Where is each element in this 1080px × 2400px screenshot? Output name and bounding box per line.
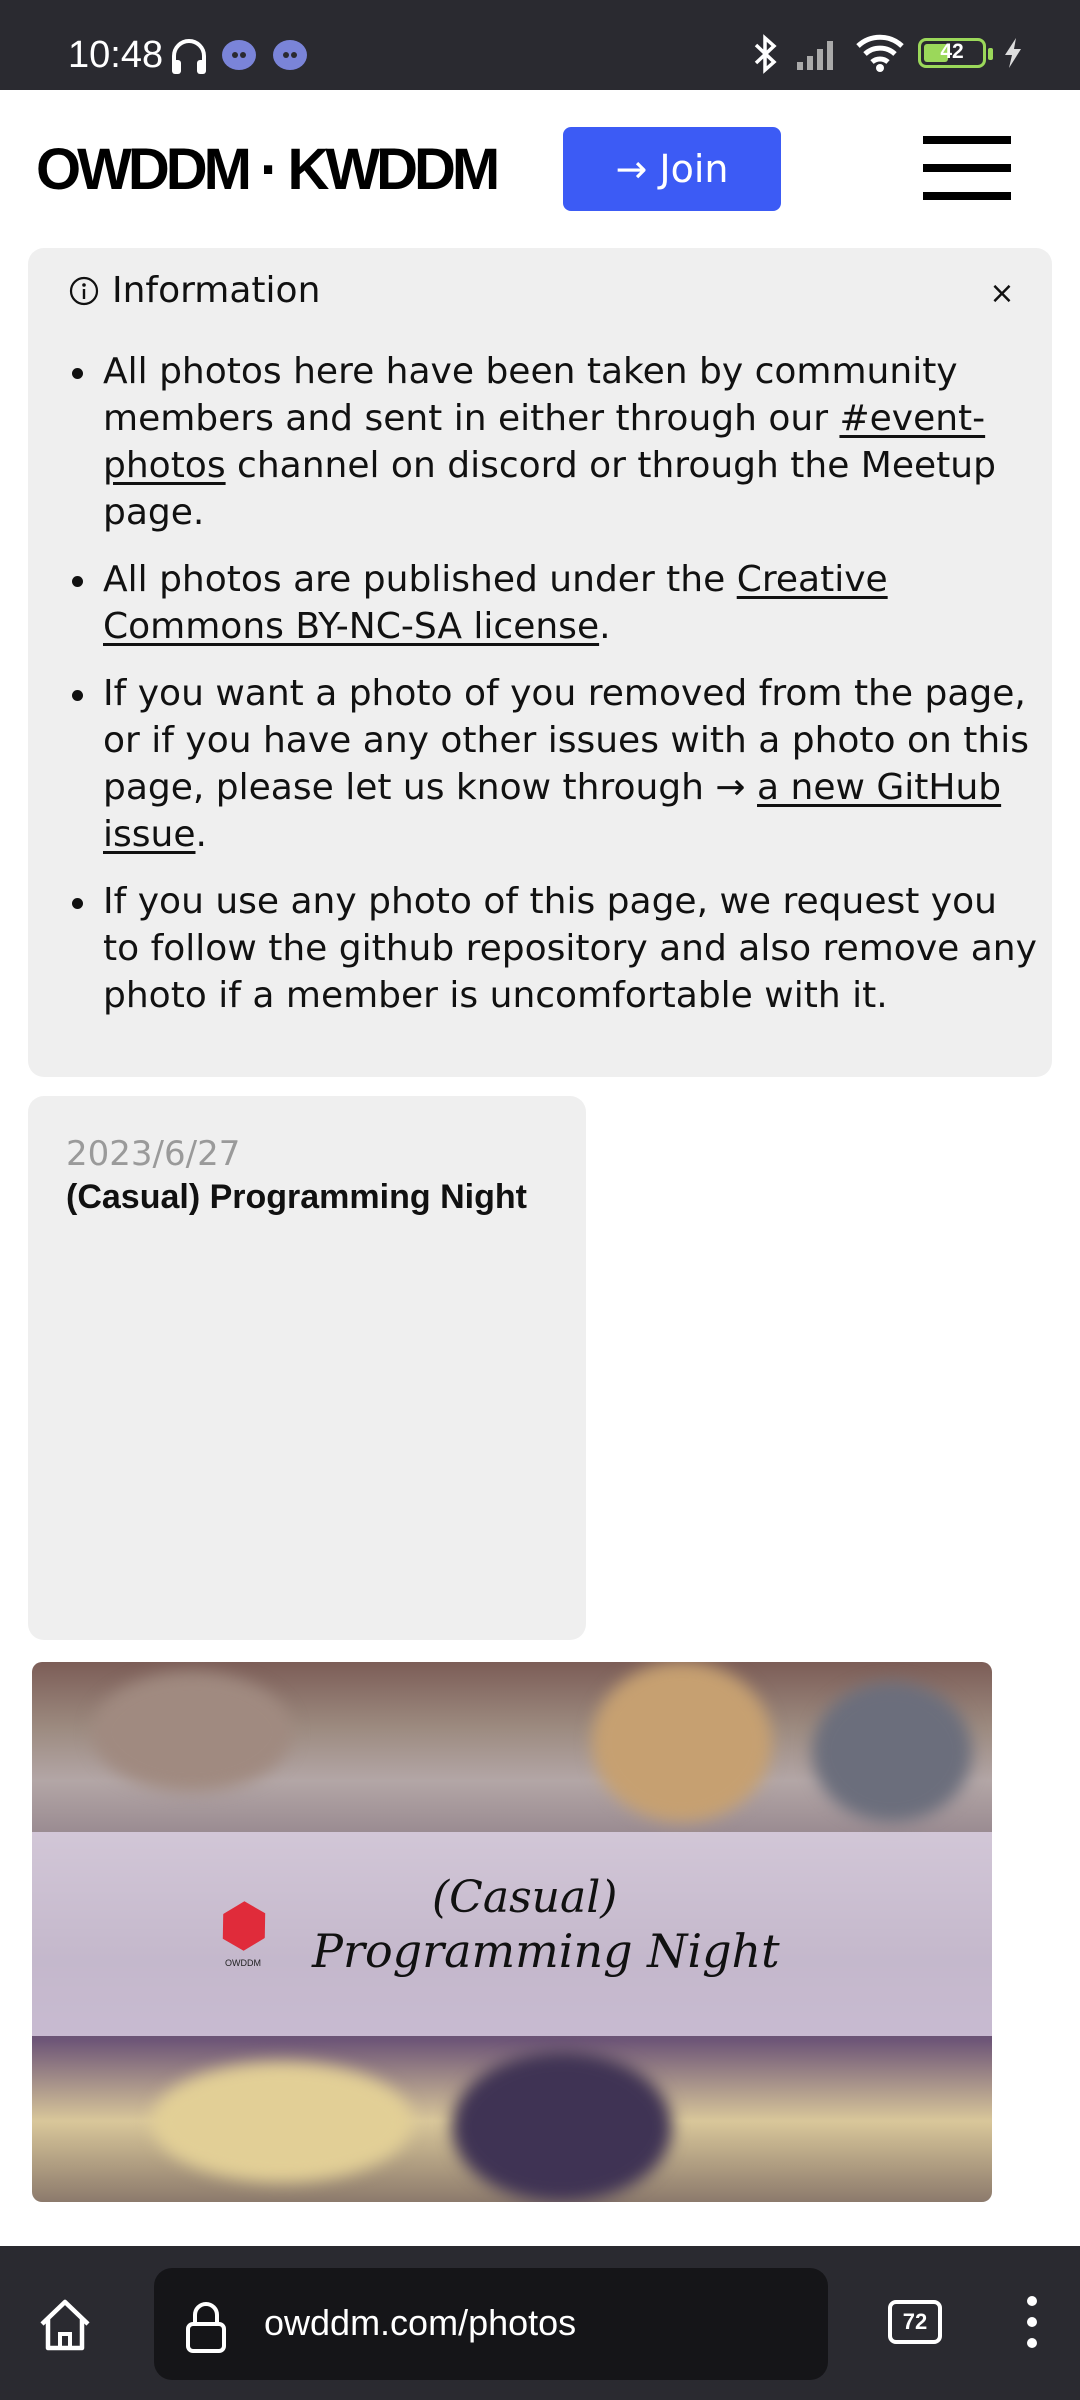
more-options-icon[interactable]	[1020, 2296, 1044, 2356]
list-item: If you want a photo of you removed from …	[68, 670, 1038, 858]
event-title: (Casual) Programming Night	[66, 1178, 527, 1216]
site-header: OWDDM · KWDDM → Join	[0, 90, 1080, 248]
photo-scenery	[152, 2062, 412, 2182]
lock-icon[interactable]	[184, 2300, 228, 2354]
cellular-signal-icon	[797, 41, 833, 70]
info-icon	[69, 276, 99, 305]
photo-scenery	[592, 1662, 772, 1822]
item-text: If you use any photo of this page, we re…	[103, 881, 1037, 1016]
list-item: If you use any photo of this page, we re…	[68, 878, 1038, 1019]
event-date: 2023/6/27	[66, 1134, 241, 1174]
item-text: All photos are published under the	[103, 559, 737, 600]
address-bar[interactable]: owddm.com/photos	[154, 2268, 828, 2380]
battery-tip	[988, 48, 993, 60]
join-button[interactable]: → Join	[563, 127, 781, 211]
item-text: channel on discord or through the Meetup…	[103, 445, 996, 533]
discord-notification-icon	[222, 40, 256, 70]
information-header: Information	[68, 270, 320, 311]
battery-percentage: 42	[940, 40, 964, 63]
photo-banner: OWDDM (Casual) Programming Night	[32, 1832, 992, 2036]
photo-scenery	[812, 1682, 972, 1822]
information-title: Information	[112, 270, 321, 311]
battery-icon: 42	[918, 38, 986, 68]
event-photo[interactable]: OWDDM (Casual) Programming Night	[32, 1662, 992, 2202]
charging-bolt-icon	[1005, 38, 1021, 68]
browser-toolbar: owddm.com/photos 72	[0, 2246, 1080, 2400]
list-item: All photos are published under the Creat…	[68, 556, 1038, 650]
information-panel: Information × All photos here have been …	[28, 248, 1052, 1077]
list-item: All photos here have been taken by commu…	[68, 348, 1038, 536]
bluetooth-icon	[754, 34, 777, 74]
status-bar: 10:48 42	[0, 0, 1080, 90]
photo-caption-line1: (Casual)	[432, 1872, 618, 1923]
owddm-logo-icon	[211, 1893, 277, 1959]
close-button[interactable]: ×	[982, 274, 1022, 314]
discord-notification-icon	[273, 40, 307, 70]
item-text: .	[599, 606, 611, 647]
event-card[interactable]: 2023/6/27 (Casual) Programming Night	[28, 1096, 586, 1640]
tabs-button[interactable]: 72	[888, 2300, 942, 2344]
menu-bar	[923, 192, 1011, 200]
url-text: owddm.com/photos	[264, 2302, 577, 2343]
menu-bar	[923, 164, 1011, 172]
join-button-label: Join	[659, 147, 729, 191]
information-list: All photos here have been taken by commu…	[68, 348, 1038, 1039]
headphones-icon	[172, 39, 206, 74]
item-text: All photos here have been taken by commu…	[103, 351, 958, 439]
item-text: .	[195, 814, 207, 855]
wifi-icon	[856, 34, 904, 72]
site-logo[interactable]: OWDDM · KWDDM	[36, 136, 500, 203]
menu-bar	[923, 136, 1011, 144]
photo-logo-text: OWDDM	[225, 1958, 261, 1968]
status-indicators: 42	[740, 30, 1080, 80]
hamburger-menu-button[interactable]	[923, 136, 1011, 200]
photo-caption-line2: Programming Night	[312, 1924, 780, 1978]
home-icon[interactable]	[36, 2296, 94, 2354]
photo-scenery	[452, 2052, 672, 2202]
photo-scenery	[92, 1672, 292, 1792]
arrow-right-icon: →	[615, 147, 648, 191]
status-time: 10:48	[68, 34, 164, 76]
